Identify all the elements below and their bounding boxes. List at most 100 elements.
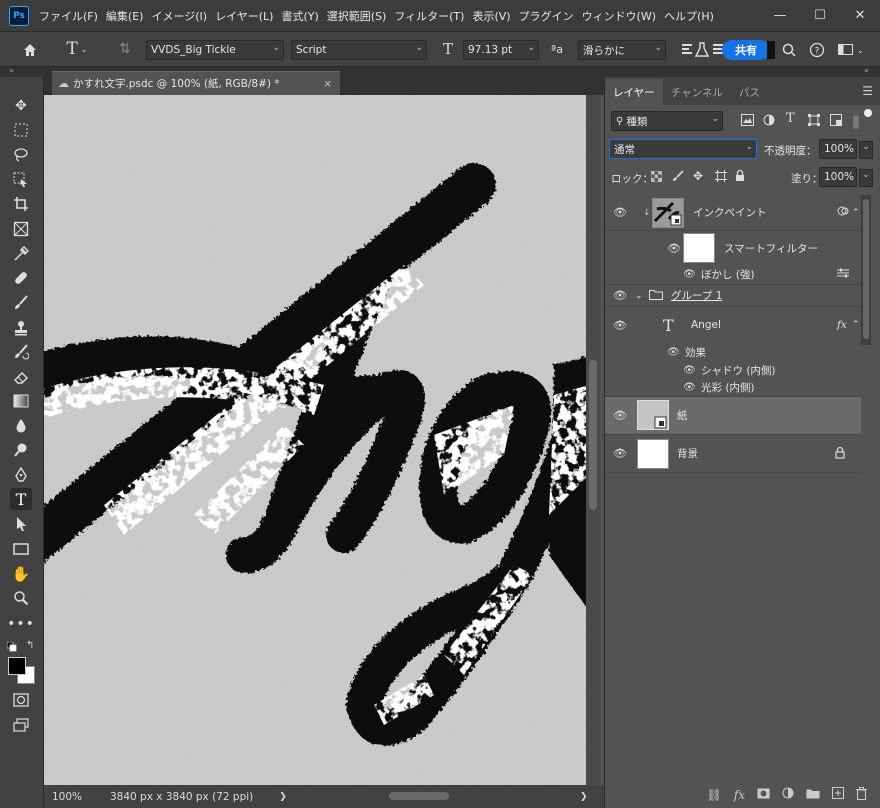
layers-scrollbar[interactable]	[861, 195, 871, 345]
crop-tool-icon[interactable]	[10, 193, 32, 215]
collapse-right-icon[interactable]: «	[864, 66, 869, 75]
effect-inner-shadow[interactable]: 👁 シャドウ (内側)	[605, 361, 861, 379]
tab-channels[interactable]: チャンネル	[663, 79, 731, 105]
layer-group-1[interactable]: 👁 ⌄ グループ 1	[605, 285, 861, 307]
type-tool-preset-icon[interactable]: T ⌄	[62, 38, 92, 60]
lock-position-icon[interactable]: ✥	[693, 169, 703, 183]
menu-layer[interactable]: レイヤー(L)	[211, 8, 277, 24]
visibility-eye-icon[interactable]: 👁	[683, 382, 696, 393]
scroll-thumb[interactable]	[389, 792, 449, 800]
menu-edit[interactable]: 編集(E)	[102, 8, 148, 24]
default-colors-icon[interactable]	[6, 641, 17, 652]
foreground-color-swatch[interactable]	[8, 657, 26, 675]
flask-icon[interactable]	[694, 40, 710, 60]
help-icon[interactable]: ?	[808, 40, 826, 60]
lock-transparent-icon[interactable]	[650, 170, 663, 185]
filter-type-icon[interactable]: T	[786, 111, 795, 126]
menu-file[interactable]: ファイル(F)	[35, 8, 102, 24]
layer-smart-filter[interactable]: 👁 スマートフィルター	[605, 231, 861, 265]
effect-inner-glow[interactable]: 👁 光彩 (内側)	[605, 379, 861, 397]
dodge-tool-icon[interactable]	[10, 439, 32, 461]
brush-tool-icon[interactable]	[10, 292, 32, 314]
scroll-right-icon[interactable]: ❯	[580, 792, 588, 802]
pen-tool-icon[interactable]	[10, 464, 32, 486]
canvas-horizontal-scrollbar[interactable]	[294, 792, 614, 801]
lock-paint-icon[interactable]	[672, 170, 684, 185]
menu-help[interactable]: ヘルプ(H)	[660, 8, 718, 24]
object-select-tool-icon[interactable]	[10, 169, 32, 191]
visibility-eye-icon[interactable]: 👁	[683, 269, 696, 280]
blend-mode-select[interactable]: 通常 ⌄	[609, 139, 757, 159]
font-size-select[interactable]: 97.13 pt ⌄	[463, 40, 539, 60]
hand-tool-icon[interactable]: ✋	[10, 563, 32, 585]
frame-tool-icon[interactable]	[10, 218, 32, 240]
layer-background[interactable]: 👁 背景	[605, 435, 861, 473]
minimize-button[interactable]: —	[760, 0, 800, 30]
layer-inpaint[interactable]: 👁 ↓ インクペイント ⌃	[605, 195, 861, 231]
home-icon[interactable]	[20, 40, 40, 60]
font-family-select[interactable]: VVDS_Big Tickle ⌄	[146, 40, 284, 60]
add-style-icon[interactable]: fx	[734, 788, 745, 802]
blur-tool-icon[interactable]	[10, 415, 32, 437]
visibility-eye-icon[interactable]: 👁	[613, 289, 627, 302]
more-tools-icon[interactable]: •••	[7, 613, 34, 635]
menu-filter[interactable]: フィルター(T)	[390, 8, 468, 24]
lock-artboard-icon[interactable]	[715, 170, 727, 185]
canvas[interactable]	[44, 95, 586, 785]
gradient-tool-icon[interactable]	[10, 390, 32, 412]
filter-toggle-switch[interactable]	[853, 115, 859, 129]
swap-colors-icon[interactable]: ↰	[26, 640, 34, 651]
visibility-eye-icon[interactable]: 👁	[667, 242, 681, 255]
document-tab[interactable]: ☁ かすれ文字.psdc @ 100% (紙, RGB/8#) * ×	[52, 71, 340, 95]
visibility-eye-icon[interactable]: 👁	[613, 206, 627, 219]
panel-menu-icon[interactable]: ☰	[862, 84, 873, 98]
close-tab-icon[interactable]: ×	[323, 78, 332, 90]
eyedropper-tool-icon[interactable]	[10, 243, 32, 265]
filter-adjustment-icon[interactable]	[763, 114, 775, 129]
menu-type[interactable]: 書式(Y)	[277, 8, 322, 24]
opacity-field[interactable]: 100%	[819, 139, 857, 159]
move-tool-icon[interactable]: ✥	[10, 95, 32, 117]
type-tool-icon[interactable]: T	[10, 488, 32, 510]
quick-mask-icon[interactable]	[10, 689, 32, 711]
new-group-icon[interactable]	[806, 788, 820, 802]
lasso-tool-icon[interactable]	[10, 144, 32, 166]
lock-all-icon[interactable]	[735, 169, 745, 185]
antialias-select[interactable]: 滑らかに ⌄	[578, 40, 666, 60]
text-orientation-icon[interactable]: ⇅	[114, 38, 136, 60]
close-window-button[interactable]: ✕	[840, 0, 880, 30]
rectangle-tool-icon[interactable]	[10, 538, 32, 560]
clone-stamp-tool-icon[interactable]	[10, 317, 32, 339]
effects-row[interactable]: 👁 効果	[605, 343, 861, 361]
menu-select[interactable]: 選択範囲(S)	[323, 8, 391, 24]
search-icon[interactable]	[780, 40, 798, 60]
filter-blur[interactable]: 👁 ぼかし (強)	[605, 265, 861, 285]
visibility-eye-icon[interactable]: 👁	[613, 409, 627, 422]
collapse-icon[interactable]: ⌃	[852, 320, 860, 330]
zoom-tool-icon[interactable]	[10, 587, 32, 609]
filter-shape-icon[interactable]	[808, 114, 820, 129]
scroll-thumb[interactable]	[863, 199, 869, 339]
menu-plugins[interactable]: プラグイン	[515, 8, 578, 24]
new-layer-icon[interactable]	[832, 787, 844, 802]
chevron-down-icon[interactable]: ⌄	[859, 169, 873, 187]
workspace-icon[interactable]: ⌄	[836, 40, 866, 60]
adjustment-layer-icon[interactable]	[782, 787, 794, 802]
expand-left-icon[interactable]: »	[9, 66, 14, 75]
menu-image[interactable]: イメージ(I)	[147, 8, 211, 24]
maximize-button[interactable]: ☐	[800, 0, 840, 30]
eraser-tool-icon[interactable]	[10, 366, 32, 388]
healing-brush-tool-icon[interactable]	[10, 267, 32, 289]
zoom-value[interactable]: 100%	[44, 791, 94, 803]
fx-badge[interactable]: fx	[837, 319, 847, 331]
canvas-vertical-scrollbar[interactable]	[586, 95, 600, 785]
marquee-tool-icon[interactable]	[10, 119, 32, 141]
layer-paper[interactable]: 👁 紙	[605, 397, 861, 435]
link-layers-icon[interactable]: ⛓	[707, 788, 722, 802]
align-left-icon[interactable]	[680, 40, 694, 60]
share-button[interactable]: 共有	[722, 40, 770, 60]
layer-angel[interactable]: 👁 T Angel fx ⌃	[605, 307, 861, 343]
visibility-eye-icon[interactable]: 👁	[613, 447, 627, 460]
fill-field[interactable]: 100%	[819, 167, 857, 187]
add-mask-icon[interactable]	[757, 788, 770, 802]
